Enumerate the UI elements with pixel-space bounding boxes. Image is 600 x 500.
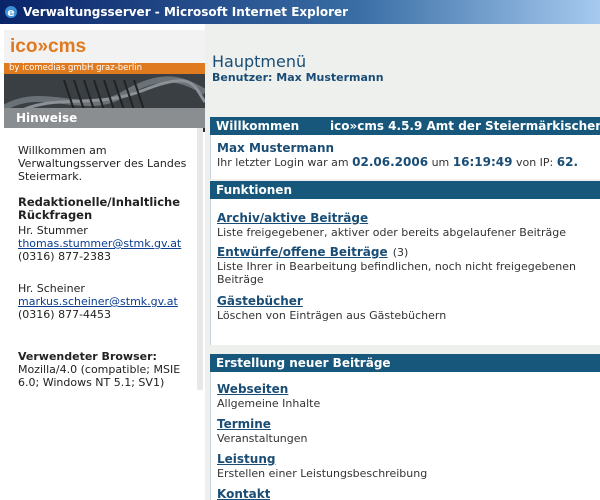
contact2-email-link[interactable]: markus.scheiner@stmk.gv.at — [18, 295, 178, 308]
last-login-time: 16:19:49 — [452, 155, 513, 169]
last-login-line: Ihr letzter Login war am 02.06.2006 um 1… — [217, 155, 579, 170]
contact2-phone: (0316) 877-4453 — [18, 308, 112, 321]
create-header: Erstellung neuer Beiträge — [210, 354, 600, 372]
function-desc: Löschen von Einträgen aus Gästebüchern — [217, 309, 447, 322]
hints-intro: Willkommen am Verwaltungsserver des Land… — [18, 144, 187, 183]
hints-header: Hinweise — [4, 108, 205, 128]
function-item: Entwürfe/offene Beiträge (3) Liste Ihrer… — [217, 241, 597, 286]
last-login-date: 02.06.2006 — [352, 155, 429, 169]
create-desc: Allgemeine Inhalte — [217, 397, 321, 410]
create-item: Webseiten Allgemeine Inhalte — [217, 378, 320, 410]
webpages-link[interactable]: Webseiten — [217, 382, 288, 396]
function-desc: Liste Ihrer in Bearbeitung befindlichen,… — [217, 260, 576, 286]
create-item: Leistung Erstellen einer Leistungsbeschr… — [217, 448, 427, 480]
browser-value: Mozilla/4.0 (compatible; MSIE 6.0; Windo… — [18, 363, 181, 389]
user-line: Benutzer: Max Mustermann — [212, 71, 384, 84]
contact-heading: Redaktionelle/Inhaltliche Rückfragen — [18, 195, 181, 222]
function-desc: Liste freigegebener, aktiver oder bereit… — [217, 226, 566, 239]
service-link[interactable]: Leistung — [217, 452, 275, 466]
contact1-phone: (0316) 877-2383 — [18, 250, 112, 263]
svg-text:e: e — [7, 6, 14, 19]
brand-logo: ico»cms — [10, 36, 87, 57]
welcome-heading: Willkommen — [216, 119, 300, 133]
create-item: Termine Veranstaltungen — [217, 413, 308, 445]
drafts-count: (3) — [392, 246, 409, 259]
brand-subtitle: by icomedias gmbH graz-berlin — [4, 63, 205, 74]
create-desc: Erstellen einer Leistungsbeschreibung — [217, 467, 428, 480]
last-login-ip: 62. — [556, 155, 579, 169]
contact1-name: Hr. Stummer — [18, 224, 88, 237]
welcome-user-name: Max Mustermann — [217, 141, 335, 155]
functions-header: Funktionen — [210, 181, 600, 199]
welcome-version: ico»cms 4.5.9 Amt der Steiermärkischen — [330, 119, 600, 133]
internet-explorer-icon: e — [5, 6, 17, 19]
window-titlebar[interactable]: e Verwaltungsserver - Microsoft Internet… — [0, 0, 600, 24]
hints-panel: Willkommen am Verwaltungsserver des Land… — [4, 128, 203, 390]
welcome-panel: Max Mustermann Ihr letzter Login war am … — [210, 135, 600, 179]
create-panel: Webseiten Allgemeine Inhalte Termine Ver… — [210, 372, 600, 500]
create-item: Kontakt — [217, 483, 270, 500]
contact-link[interactable]: Kontakt — [217, 487, 270, 500]
welcome-header: Willkommen ico»cms 4.5.9 Amt der Steierm… — [210, 117, 600, 135]
function-item: Gästebücher Löschen von Einträgen aus Gä… — [217, 290, 597, 322]
contact1-email-link[interactable]: thomas.stummer@stmk.gv.at — [18, 237, 181, 250]
browser-heading: Verwendeter Browser: — [18, 350, 157, 363]
page-title: Hauptmenü — [212, 52, 307, 71]
create-desc: Veranstaltungen — [217, 432, 308, 445]
sidebar: ico»cms by icomedias gmbH graz-berlin Hi… — [0, 24, 205, 500]
guestbooks-link[interactable]: Gästebücher — [217, 294, 303, 308]
drafts-link[interactable]: Entwürfe/offene Beiträge — [217, 245, 388, 259]
main-area: Hauptmenü Benutzer: Max Mustermann Willk… — [205, 24, 600, 500]
window-title: Verwaltungsserver - Microsoft Internet E… — [23, 5, 349, 19]
brand-box: ico»cms — [4, 30, 205, 63]
archive-link[interactable]: Archiv/aktive Beiträge — [217, 211, 368, 225]
contact2-name: Hr. Scheiner — [18, 282, 85, 295]
events-link[interactable]: Termine — [217, 417, 271, 431]
function-item: Archiv/aktive Beiträge Liste freigegeben… — [217, 207, 597, 239]
functions-panel: Archiv/aktive Beiträge Liste freigegeben… — [210, 199, 600, 345]
